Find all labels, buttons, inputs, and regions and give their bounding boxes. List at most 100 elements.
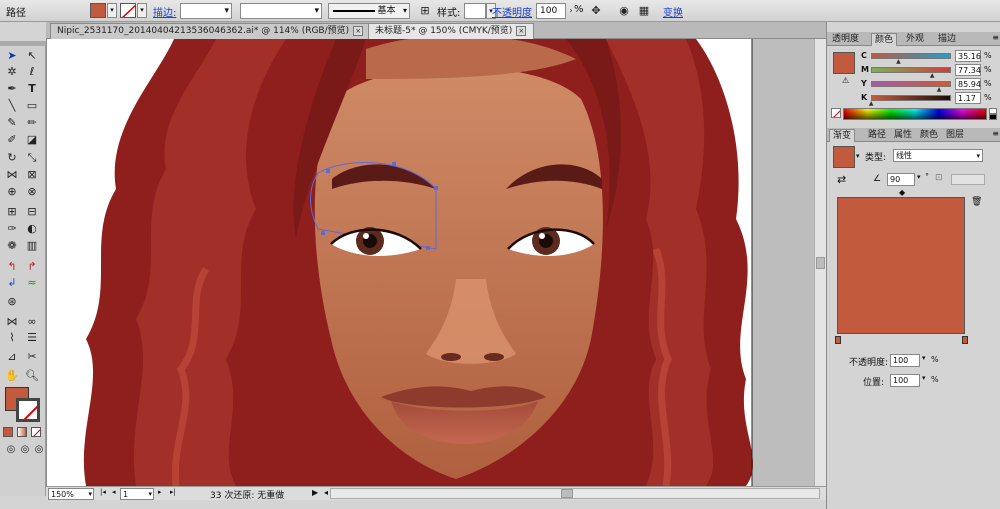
gradient-angle-field[interactable]: 90 xyxy=(887,173,915,186)
delete-stop-icon[interactable]: 🗑︎ xyxy=(971,197,982,207)
draw-inside-icon[interactable]: ◎ xyxy=(31,442,47,458)
gradient-swatch-dropdown-icon[interactable]: ▾ xyxy=(856,152,860,160)
close-tab-icon[interactable]: × xyxy=(516,26,527,36)
warp-tool-icon[interactable]: ⋈ xyxy=(4,314,20,330)
scroll-thumb[interactable] xyxy=(816,257,825,269)
tab-gradient[interactable]: 渐变 xyxy=(829,129,856,142)
variable-width-profile[interactable]: ▾ xyxy=(240,3,322,19)
tab-color-guide[interactable]: 颜色 xyxy=(917,129,941,142)
scroll-left-icon[interactable]: ◂ xyxy=(324,488,328,497)
profile-dropdown-icon[interactable]: ▾ xyxy=(314,4,319,18)
next-artboard-icon[interactable]: ▸ xyxy=(158,488,162,496)
yellow-value[interactable]: 85.94 xyxy=(955,78,981,90)
stroke-color-box[interactable] xyxy=(16,398,40,422)
tab-pathfinder[interactable]: 路径 xyxy=(865,129,889,142)
black-slider-handle[interactable]: ▲ xyxy=(869,101,874,107)
twirl-tool-icon[interactable]: ∞ xyxy=(24,314,40,330)
artboard-tool-icon[interactable]: ⊛ xyxy=(4,294,20,310)
custom-action-red-icon-2[interactable]: ↱ xyxy=(24,259,40,275)
document-tab-nipic[interactable]: Nipic_2531170_20140404213536046362.ai* @… xyxy=(50,23,372,39)
shape-builder-tool-icon[interactable]: ⊕ xyxy=(4,184,20,200)
gradient-stop-right[interactable] xyxy=(962,336,968,344)
vertical-scrollbar[interactable] xyxy=(814,39,826,486)
reverse-gradient-icon[interactable]: ⇄ xyxy=(837,173,846,186)
custom-action-red-icon[interactable]: ↰ xyxy=(4,259,20,275)
black-swatch[interactable] xyxy=(989,114,997,120)
color-mode-icon[interactable] xyxy=(3,427,13,437)
close-tab-icon[interactable]: × xyxy=(353,26,364,36)
pucker-tool-icon[interactable]: ⌇ xyxy=(4,330,20,346)
status-menu-icon[interactable]: ▶ xyxy=(312,488,318,497)
pen-tool-icon[interactable]: ✒ xyxy=(4,81,20,97)
stroke-link[interactable]: 描边: xyxy=(153,4,176,19)
brush-definition-dropdown[interactable]: 基本 ▾ xyxy=(328,3,410,19)
gradient-preview-swatch[interactable] xyxy=(833,146,855,168)
rotate-tool-icon[interactable]: ↻ xyxy=(4,150,20,166)
gradient-stop-left[interactable] xyxy=(835,336,841,344)
slice-tool-icon[interactable]: ⊿ xyxy=(4,349,20,365)
none-mode-icon[interactable] xyxy=(31,427,41,437)
selection-tool-icon[interactable]: ➤ xyxy=(4,48,20,64)
zoom-field[interactable]: 150% ▾ xyxy=(48,488,94,500)
eraser-tool-icon[interactable]: ◪ xyxy=(24,132,40,148)
artboard-number-field[interactable]: 1 ▾ xyxy=(120,488,154,500)
mesh-tool-icon[interactable]: ⊟ xyxy=(24,204,40,220)
tab-transparency[interactable]: 透明度 xyxy=(829,33,862,46)
stroke-swatch[interactable] xyxy=(120,3,136,18)
custom-action-green-icon[interactable]: ≈ xyxy=(24,275,40,291)
eyedropper-tool-icon[interactable]: ✑ xyxy=(4,221,20,237)
arrange-documents-icon[interactable]: ▦ xyxy=(636,3,652,19)
none-color-icon[interactable] xyxy=(831,108,841,118)
transform-link[interactable]: 变换 xyxy=(663,4,683,19)
type-dropdown-icon[interactable]: ▾ xyxy=(976,150,980,162)
magenta-value[interactable]: 77.34 xyxy=(955,64,981,76)
black-slider[interactable] xyxy=(871,95,951,101)
gradient-preview-area[interactable] xyxy=(837,197,965,334)
midpoint-diamond-icon[interactable]: ◆ xyxy=(899,188,905,197)
first-artboard-icon[interactable]: |◂ xyxy=(100,488,106,496)
graphic-style-swatch[interactable] xyxy=(464,3,486,19)
cyan-slider[interactable] xyxy=(871,53,951,59)
angle-dropdown-icon[interactable]: ▾ xyxy=(917,173,921,181)
canvas-area[interactable] xyxy=(46,39,814,486)
zoom-dropdown-icon[interactable]: ▾ xyxy=(88,489,92,500)
tab-appearance[interactable]: 外观 xyxy=(903,33,927,46)
tab-color[interactable]: 颜色 xyxy=(871,33,898,46)
tab-layers[interactable]: 图层 xyxy=(943,129,967,142)
bloat-tool-icon[interactable]: ☰ xyxy=(24,330,40,346)
type-tool-icon[interactable]: T xyxy=(24,81,40,97)
panel-menu-icon[interactable]: ≡ xyxy=(992,33,999,42)
width-tool-icon[interactable]: ⋈ xyxy=(4,167,20,183)
document-setup-icon[interactable]: ◉ xyxy=(616,3,632,19)
opacity-link[interactable]: 不透明度 xyxy=(492,4,532,19)
magic-wand-tool-icon[interactable]: ✲ xyxy=(4,64,20,80)
location-dropdown-icon[interactable]: ▾ xyxy=(922,374,926,382)
custom-action-blue-icon[interactable]: ↲ xyxy=(4,275,20,291)
perspective-grid-tool-icon[interactable]: ⊞ xyxy=(4,204,20,220)
magenta-slider[interactable] xyxy=(871,67,951,73)
lasso-tool-icon[interactable]: ℓ xyxy=(24,64,40,80)
recolor-artwork-icon[interactable]: ✥ xyxy=(588,3,604,19)
cyan-value[interactable]: 35.16 xyxy=(955,50,981,62)
direct-selection-tool-icon[interactable]: ↖ xyxy=(24,48,40,64)
stroke-weight-dropdown-icon[interactable]: ▾ xyxy=(224,4,229,18)
align-icon[interactable]: ⊞ xyxy=(417,3,433,19)
blob-brush-tool-icon[interactable]: ✐ xyxy=(4,132,20,148)
last-artboard-icon[interactable]: ▸| xyxy=(170,488,176,496)
scissors-tool-icon[interactable]: ✂ xyxy=(24,349,40,365)
scroll-thumb[interactable] xyxy=(561,489,573,498)
prev-artboard-icon[interactable]: ◂ xyxy=(112,488,116,496)
stop-opacity-field[interactable]: 100 xyxy=(890,354,920,367)
stop-location-field[interactable]: 100 xyxy=(890,374,920,387)
gradient-type-dropdown[interactable]: 线性 ▾ xyxy=(893,149,983,162)
fill-swatch[interactable] xyxy=(90,3,106,18)
rectangle-tool-icon[interactable]: ▭ xyxy=(24,98,40,114)
tab-stroke[interactable]: 描边 xyxy=(935,33,959,46)
blend-tool-icon[interactable]: ◐ xyxy=(24,221,40,237)
zoom-tool-icon[interactable]: 🔍︎ xyxy=(24,368,40,384)
live-paint-tool-icon[interactable]: ⊗ xyxy=(24,184,40,200)
line-segment-tool-icon[interactable]: ╲ xyxy=(4,98,20,114)
pencil-tool-icon[interactable]: ✏ xyxy=(24,115,40,131)
stroke-dropdown-arrow[interactable]: ▾ xyxy=(137,3,147,18)
paintbrush-tool-icon[interactable]: ✎ xyxy=(4,115,20,131)
